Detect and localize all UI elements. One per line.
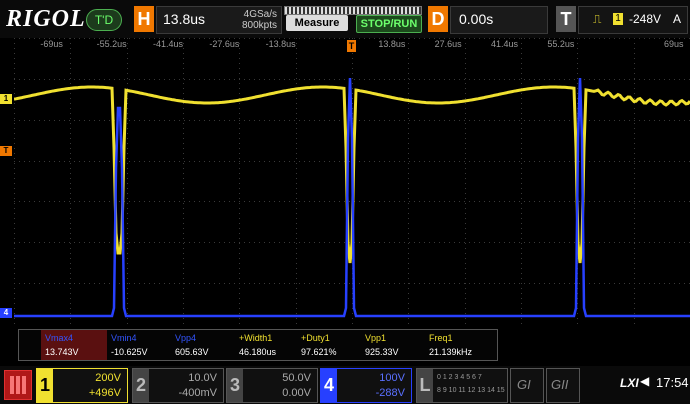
measurement-item[interactable]: Vmin4 -10.625V (107, 330, 173, 360)
delay-panel[interactable]: 0.00s (450, 6, 548, 34)
channel-1-box[interactable]: 1 200V +496V (36, 368, 128, 403)
top-status-bar: RIGOL T'D H 13.8us 4GSa/s 800kpts Measur… (0, 0, 690, 38)
generator-2-label: GII (551, 377, 569, 392)
trigger-label[interactable]: T (556, 6, 576, 32)
channel-1-scale: 200V (95, 372, 121, 384)
channel-2-number: 2 (133, 369, 149, 402)
rising-edge-icon: ⎍ (593, 12, 602, 26)
sample-rate: 4GSa/s (243, 9, 277, 20)
channel-4-number: 4 (321, 369, 337, 402)
time-axis-label: 69us (664, 39, 684, 49)
measure-button[interactable]: Measure (286, 15, 348, 31)
channel-2-scale: 10.0V (188, 372, 217, 384)
channel-2-offset: -400mV (178, 387, 217, 399)
channel-3-box[interactable]: 3 50.0V 0.00V (226, 368, 318, 403)
measurement-value: 21.139kHz (429, 347, 473, 357)
channel-3-number: 3 (227, 369, 243, 402)
measurement-item[interactable]: +Width1 46.180us (235, 330, 299, 360)
measurement-label: +Duty1 (301, 333, 330, 343)
delay-label[interactable]: D (428, 6, 448, 32)
memory-position-bar[interactable] (284, 6, 422, 15)
channel-4-scale: 100V (379, 372, 405, 384)
timebase-value: 13.8us (163, 11, 206, 27)
measurement-label: +Width1 (239, 333, 273, 343)
horizontal-panel[interactable]: 13.8us 4GSa/s 800kpts (156, 6, 282, 34)
channel-3-scale: 50.0V (282, 372, 311, 384)
trigger-level: -248V (629, 12, 662, 26)
run-stop-button[interactable]: STOP/RUN (356, 15, 422, 33)
measurement-value: 46.180us (239, 347, 277, 357)
channel-2-box[interactable]: 2 10.0V -400mV (132, 368, 224, 403)
memory-depth: 800kpts (241, 20, 277, 31)
speaker-icon[interactable]: ◀ (640, 374, 649, 388)
mode-badge[interactable]: T'D (86, 9, 122, 31)
logic-channels-row1: 0 1 2 3 4 5 6 7 (437, 374, 482, 381)
time-axis-label: 27.6us (434, 39, 462, 49)
channel-4-box[interactable]: 4 100V -288V (320, 368, 412, 403)
channel-4-marker[interactable]: 4 (0, 308, 12, 318)
time-axis-label: 41.4us (491, 39, 519, 49)
time-axis-label: 13.8us (378, 39, 406, 49)
measurement-label: Vmax4 (45, 333, 74, 343)
measurement-value: -10.625V (111, 347, 148, 357)
trigger-level-marker[interactable]: T (0, 146, 12, 156)
trigger-panel[interactable]: ⎍ 1 -248V A (578, 6, 688, 34)
measurement-item[interactable]: Vmax4 13.743V (41, 330, 107, 360)
channel-4-trace (14, 77, 690, 318)
channel-1-offset: +496V (88, 387, 121, 399)
brand-logo: RIGOL (6, 6, 86, 32)
measurement-value: 97.621% (301, 347, 337, 357)
measurement-item[interactable]: Freq1 21.139kHz (425, 330, 495, 360)
time-axis-label: -27.6us (209, 39, 240, 49)
waveform-grid (14, 38, 690, 324)
measurement-label: Freq1 (429, 333, 453, 343)
measurement-item[interactable]: Vpp1 925.33V (361, 330, 425, 360)
start-menu-button[interactable] (4, 370, 32, 400)
lxi-logo: LXI (620, 376, 639, 390)
measurement-value: 13.743V (45, 347, 79, 357)
logic-channels-row2: 8 9 10 11 12 13 14 15 (437, 387, 505, 394)
trigger-position-marker[interactable]: T (347, 40, 356, 52)
measurement-label: Vpp1 (365, 333, 387, 343)
trigger-mode: A (672, 12, 681, 26)
trigger-source: 1 (613, 13, 623, 25)
measurement-panel: Vmax4 13.743V Vmin4 -10.625V Vpp4 605.63… (18, 329, 498, 361)
horizontal-label[interactable]: H (134, 6, 154, 32)
channel-3-offset: 0.00V (282, 387, 311, 399)
logic-analyzer-box[interactable]: L 0 1 2 3 4 5 6 7 8 9 10 11 12 13 14 15 (416, 368, 508, 403)
time-axis-label: -69us (40, 39, 63, 49)
measurement-label: Vmin4 (111, 333, 137, 343)
grid-menu-icon (10, 376, 26, 394)
time-axis-label: -55.2us (96, 39, 127, 49)
measurement-item[interactable]: Vpp4 605.63V (171, 330, 235, 360)
measurement-value: 605.63V (175, 347, 209, 357)
channel-1-marker[interactable]: 1 (0, 94, 12, 104)
measurement-label: Vpp4 (175, 333, 197, 343)
delay-value: 0.00s (459, 11, 494, 27)
channel-1-number: 1 (37, 369, 53, 402)
channel-4-offset: -288V (375, 387, 405, 399)
generator-1-button[interactable]: GI (510, 368, 544, 403)
generator-1-label: GI (517, 377, 531, 392)
time-axis-label: 55.2us (547, 39, 575, 49)
clock: 17:54 (656, 375, 689, 390)
time-axis-label: -41.4us (153, 39, 184, 49)
time-axis-label: -13.8us (265, 39, 296, 49)
measurement-value: 925.33V (365, 347, 399, 357)
waveform-area[interactable]: -69us -55.2us -41.4us -27.6us -13.8us 13.8us 2… (14, 38, 690, 324)
measurement-item[interactable]: +Duty1 97.621% (297, 330, 361, 360)
logic-label: L (417, 369, 433, 402)
generator-2-button[interactable]: GII (546, 368, 580, 403)
